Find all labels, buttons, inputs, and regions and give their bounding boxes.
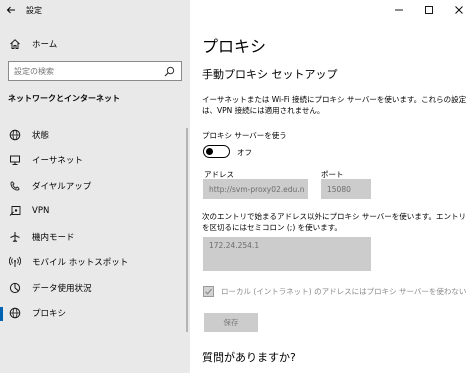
checkmark-icon [205, 288, 213, 295]
hotspot-icon [8, 255, 22, 269]
sidebar-item-status[interactable]: 状態 [0, 122, 190, 148]
home-label: ホーム [32, 40, 58, 50]
settings-search[interactable] [8, 61, 182, 81]
local-address-label: ローカル (イントラネット) のアドレスにはプロキシ サーバーを使わない [221, 287, 467, 296]
proxy-toggle-switch[interactable] [203, 145, 230, 158]
maximize-button[interactable] [414, 0, 444, 20]
sidebar-item-label: プロキシ [32, 309, 67, 320]
globe-icon [8, 306, 22, 320]
proxy-toggle-label: プロキシ サーバーを使う [202, 131, 287, 140]
sidebar-item-label: 状態 [32, 130, 50, 141]
local-address-option[interactable]: ローカル (イントラネット) のアドレスにはプロキシ サーバーを使わない [203, 286, 466, 297]
ethernet-icon [8, 153, 22, 167]
sidebar-item-airplane[interactable]: 機内モード [0, 224, 190, 250]
minimize-button[interactable] [384, 0, 414, 20]
section-heading: ネットワークとインターネット [8, 94, 120, 103]
sidebar-item-ethernet[interactable]: イーサネット [0, 148, 190, 174]
section-title: 手動プロキシ セットアップ [202, 68, 338, 81]
sidebar-item-dialup[interactable]: ダイヤルアップ [0, 173, 190, 199]
sidebar-item-label: VPN [32, 206, 50, 217]
sidebar: 設定 ホーム ネットワークとインターネット 状態 イーサネット [0, 0, 190, 373]
home-icon [8, 37, 22, 51]
maximize-icon [425, 6, 433, 14]
sidebar-item-home[interactable]: ホーム [0, 34, 190, 54]
dialup-icon [8, 179, 22, 193]
page-title: プロキシ [202, 37, 267, 56]
vpn-icon [8, 204, 22, 218]
back-arrow-icon [6, 6, 15, 14]
sidebar-item-proxy[interactable]: プロキシ [0, 301, 190, 327]
app-title: 設定 [26, 5, 42, 15]
title-bar: 設定 [0, 0, 190, 20]
exceptions-description: 次のエントリで始まるアドレス以外にプロキシ サーバーを使います。エントリを区切る… [202, 212, 467, 232]
airplane-icon [8, 230, 22, 244]
close-button[interactable] [444, 0, 474, 20]
close-icon [455, 6, 463, 14]
toggle-state-label: オフ [237, 148, 252, 157]
search-input[interactable] [9, 66, 161, 76]
main-content: プロキシ 手動プロキシ セットアップ イーサネットまたは Wi-Fi 接続にプロ… [190, 0, 474, 373]
sidebar-item-label: 機内モード [32, 232, 75, 243]
window-controls [384, 0, 474, 20]
nav-list: 状態 イーサネット ダイヤルアップ VPN 機内モード モバイル ホットスポット… [0, 122, 190, 326]
globe-icon [8, 128, 22, 142]
proxy-description: イーサネットまたは Wi-Fi 接続にプロキシ サーバーを使います。これらの設定… [202, 95, 467, 115]
save-button[interactable]: 保存 [204, 313, 258, 332]
question-heading: 質問がありますか? [202, 351, 296, 364]
sidebar-item-hotspot[interactable]: モバイル ホットスポット [0, 250, 190, 276]
local-address-checkbox[interactable] [203, 286, 214, 297]
sidebar-item-data-usage[interactable]: データ使用状況 [0, 275, 190, 301]
back-button[interactable] [0, 0, 22, 20]
exceptions-field[interactable]: 172.24.254.1 [203, 237, 371, 271]
sidebar-item-label: モバイル ホットスポット [32, 258, 129, 269]
sidebar-scrollbar[interactable] [186, 128, 188, 332]
data-usage-icon [8, 281, 22, 295]
search-icon[interactable] [161, 63, 177, 79]
sidebar-item-vpn[interactable]: VPN [0, 199, 190, 225]
minimize-icon [395, 9, 403, 11]
address-field[interactable] [203, 179, 308, 199]
sidebar-item-label: イーサネット [32, 156, 83, 167]
port-field[interactable] [321, 179, 371, 199]
sidebar-item-label: データ使用状況 [32, 283, 92, 294]
sidebar-item-label: ダイヤルアップ [32, 181, 92, 192]
toggle-knob [206, 147, 213, 155]
